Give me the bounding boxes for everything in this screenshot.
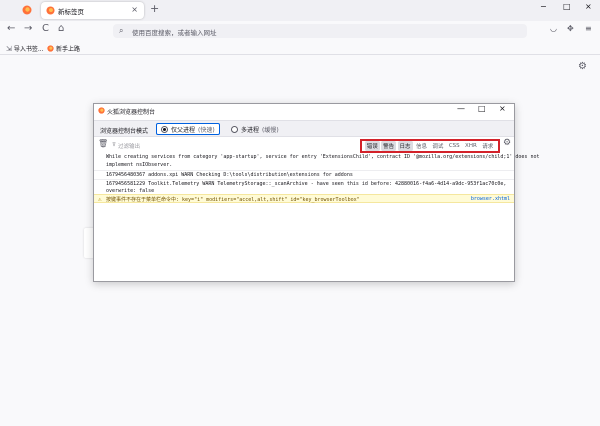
console-maximize-button[interactable]: □ <box>478 105 486 113</box>
filter-css-button[interactable]: CSS <box>447 142 462 150</box>
console-settings-gear-icon[interactable]: ⚙ <box>503 139 511 148</box>
mode-multiprocess-radio[interactable]: 多进程 (缓慢) <box>227 123 283 135</box>
log-message: 1679456581229 Toolkit.Telemetry WARN Tel… <box>106 181 507 187</box>
filter-xhr-button[interactable]: XHR <box>463 142 479 150</box>
filter-log-button[interactable]: 日志 <box>397 141 413 151</box>
bookmarks-toolbar: ⇲ 导入书签... 新手上路 <box>0 42 600 55</box>
filter-error-button[interactable]: 错误 <box>364 141 380 151</box>
log-message: implement nsIObserver. <box>106 162 173 168</box>
new-tab-button[interactable]: + <box>150 3 159 14</box>
log-message: While creating services from category 'a… <box>106 154 540 160</box>
mode-parent-only-radio[interactable]: 仅父进程 (快速) <box>156 123 220 135</box>
nav-bar: ← → C ⌂ ⌕ 使用百度搜索，或者输入网址 ◡ ✥ ≡ <box>0 21 600 42</box>
tab-title: 新标签页 <box>58 8 84 16</box>
radio-unchecked-icon <box>231 125 238 133</box>
bookmark-getting-started[interactable]: 新手上路 <box>47 44 80 53</box>
firefox-icon <box>46 6 55 15</box>
filter-debug-button[interactable]: 调试 <box>430 141 445 151</box>
back-button[interactable]: ← <box>7 24 15 34</box>
tab-new-tab[interactable]: 新标签页 × <box>41 2 144 19</box>
search-icon: ⌕ <box>119 26 124 35</box>
firefox-icon <box>98 107 105 114</box>
window-minimize-button[interactable]: − <box>540 3 547 11</box>
url-placeholder: 使用百度搜索，或者输入网址 <box>132 29 217 37</box>
log-separator <box>94 170 514 171</box>
warning-text: 按键事件不存在于菜单栏命令中: key="i" modifiers="accel… <box>106 197 360 203</box>
reload-button[interactable]: C <box>42 24 49 34</box>
bookmark-import[interactable]: ⇲ 导入书签... <box>6 44 44 54</box>
window-close-button[interactable]: × <box>585 3 592 11</box>
log-level-filters: 错误 警告 日志 信息 调试 CSS XHR 请求 <box>360 139 500 153</box>
firefox-view-icon[interactable] <box>22 5 32 15</box>
log-message: 1679456480367 addons.xpi WARN Checking D… <box>106 172 353 178</box>
clear-console-trash-icon[interactable]: 🗑 <box>98 140 108 148</box>
console-filter-bar: 🗑 ⊽ 过滤输出 错误 警告 日志 信息 调试 CSS XHR 请求 ⚙ <box>94 138 514 153</box>
console-mode-bar: 浏览器控制台模式 仅父进程 (快速) 多进程 (缓慢) <box>94 120 514 137</box>
menu-icon[interactable]: ≡ <box>585 25 592 33</box>
forward-button[interactable]: → <box>24 24 32 34</box>
radio-checked-icon <box>161 125 168 133</box>
mode-label: 浏览器控制台模式 <box>100 128 149 135</box>
window-maximize-button[interactable]: □ <box>563 3 571 11</box>
warning-source-link[interactable]: browser.xhtml <box>471 196 510 202</box>
home-button[interactable]: ⌂ <box>58 24 64 34</box>
warning-icon: ⚠ <box>98 196 102 203</box>
browser-console-window: 火狐浏览器控制台 — □ × 浏览器控制台模式 仅父进程 (快速) 多进程 (缓… <box>93 103 539 282</box>
filter-funnel-icon: ⊽ <box>112 142 117 148</box>
firefox-icon <box>47 45 54 52</box>
import-icon: ⇲ <box>6 44 12 53</box>
filter-info-button[interactable]: 信息 <box>414 141 429 151</box>
filter-requests-button[interactable]: 请求 <box>480 141 495 151</box>
page-settings-gear-icon[interactable]: ⚙ <box>578 62 587 72</box>
console-title: 火狐浏览器控制台 <box>107 109 156 116</box>
pocket-icon[interactable]: ◡ <box>550 25 557 33</box>
console-titlebar: 火狐浏览器控制台 — □ × <box>94 104 514 118</box>
warning-message-row: ⚠ 按键事件不存在于菜单栏命令中: key="i" modifiers="acc… <box>94 194 514 203</box>
tab-bar: 新标签页 × + − □ × <box>0 0 600 21</box>
log-separator <box>94 179 514 180</box>
tab-close-icon[interactable]: × <box>131 5 138 14</box>
console-minimize-button[interactable]: — <box>457 105 465 113</box>
filter-warning-button[interactable]: 警告 <box>381 141 397 151</box>
console-close-button[interactable]: × <box>499 105 506 113</box>
url-bar[interactable]: ⌕ 使用百度搜索，或者输入网址 <box>113 24 527 38</box>
filter-input[interactable]: ⊽ 过滤输出 <box>112 142 140 150</box>
extensions-icon[interactable]: ✥ <box>567 25 574 33</box>
